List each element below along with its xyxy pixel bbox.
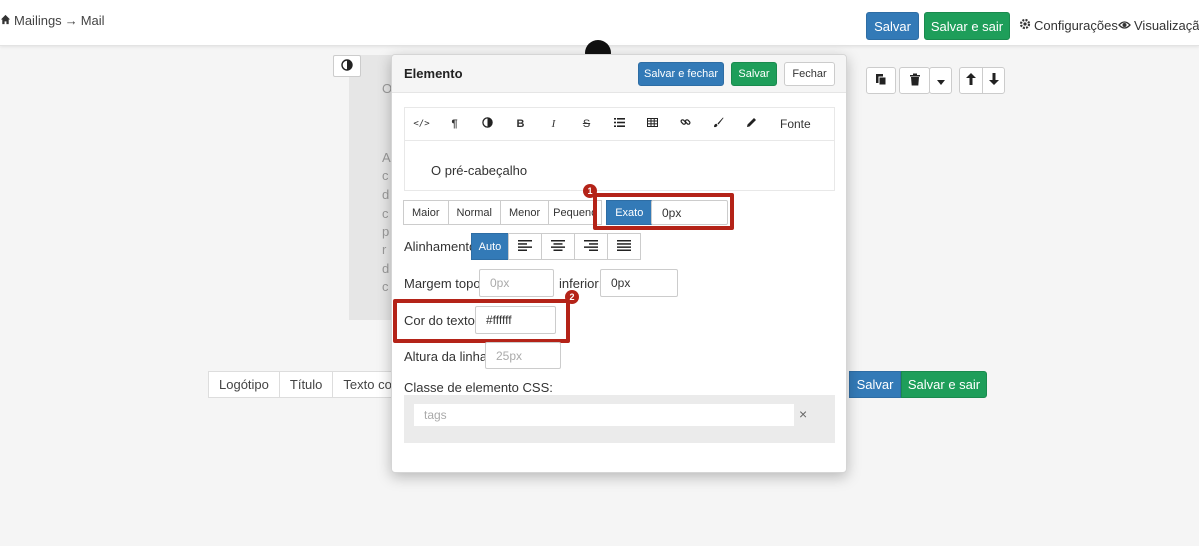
modal-close-button[interactable]: Fechar [784, 62, 835, 86]
home-icon[interactable] [0, 13, 11, 28]
modal-save-button[interactable]: Salvar [731, 62, 777, 86]
save-close-button[interactable]: Salvar e fechar [638, 62, 724, 86]
editor-text[interactable]: O pré-cabeçalho [431, 163, 527, 178]
align-left-button[interactable] [508, 233, 542, 260]
more-dropdown[interactable] [929, 67, 952, 94]
strikethrough-button[interactable]: S [570, 108, 603, 140]
align-justify-button[interactable] [607, 233, 641, 260]
breadcrumb: Mailings → Mail [0, 13, 105, 28]
trash-icon [909, 73, 921, 89]
save-exit-button[interactable]: Salvar e sair [924, 12, 1010, 40]
align-center-button[interactable] [541, 233, 575, 260]
canvas-text: c [382, 206, 389, 221]
align-auto-button[interactable]: Auto [471, 233, 509, 260]
italic-button[interactable]: I [537, 108, 570, 140]
font-button[interactable]: Fonte [768, 108, 823, 140]
link-icon [680, 117, 691, 131]
highlight-box-2 [393, 299, 570, 343]
align-justify-icon [617, 239, 631, 254]
breadcrumb-mailings[interactable]: Mailings [14, 13, 62, 28]
contrast-button[interactable] [333, 55, 361, 77]
annotation-badge-2: 2 [565, 290, 579, 304]
margin-top-label: Margem topo: [404, 276, 485, 291]
line-height-label: Altura da linha: [404, 349, 491, 364]
size-normal-button[interactable]: Normal [447, 200, 501, 225]
align-right-icon [584, 239, 598, 254]
caret-down-icon [936, 73, 945, 88]
paragraph-icon: ¶ [451, 118, 458, 130]
canvas-text: d [382, 187, 390, 202]
link-button[interactable] [669, 108, 702, 140]
arrow-down-icon [988, 73, 999, 88]
contrast-icon [482, 117, 493, 131]
size-smaller-button[interactable]: Menor [499, 200, 550, 225]
delete-button[interactable] [899, 67, 930, 94]
settings-label: Configurações [1034, 18, 1118, 33]
pencil-icon [746, 117, 757, 131]
tab-logo[interactable]: Logótipo [208, 371, 280, 398]
contrast-icon [341, 58, 353, 74]
move-up-button[interactable] [959, 67, 983, 94]
bold-button[interactable]: B [504, 108, 537, 140]
code-view-button[interactable]: </> [405, 108, 438, 140]
save-button[interactable]: Salvar [866, 12, 919, 40]
move-down-button[interactable] [982, 67, 1005, 94]
align-right-button[interactable] [574, 233, 608, 260]
bottom-save-exit-button[interactable]: Salvar e sair [901, 371, 987, 398]
canvas-text: r [382, 242, 387, 257]
settings-link[interactable]: Configurações [1019, 18, 1118, 33]
paragraph-button[interactable]: ¶ [438, 108, 471, 140]
margin-bottom-input[interactable]: 0px [600, 269, 678, 297]
copy-icon [875, 73, 887, 89]
brush-icon [713, 117, 724, 131]
contrast-toggle-button[interactable] [471, 108, 504, 140]
css-class-label: Classe de elemento CSS: [404, 380, 553, 395]
clear-tags-icon[interactable]: × [799, 406, 807, 422]
preview-label: Visualização [1134, 18, 1199, 33]
eye-icon [1118, 18, 1131, 33]
table-icon [647, 118, 658, 130]
gear-icon [1019, 18, 1031, 33]
tags-input[interactable]: tags [414, 404, 794, 426]
line-height-input[interactable]: 25px [485, 342, 561, 369]
bold-icon: B [516, 118, 525, 130]
list-button[interactable] [603, 108, 636, 140]
align-group: Auto [471, 233, 641, 260]
block-tabs: Logótipo Título Texto com [208, 371, 414, 398]
modal-header: Elemento [392, 55, 846, 93]
align-center-icon [551, 239, 565, 254]
breadcrumb-arrow: → [64, 13, 78, 28]
highlight-box-1 [593, 193, 734, 230]
italic-icon: I [551, 118, 556, 130]
tab-title[interactable]: Título [278, 371, 334, 398]
strikethrough-icon: S [582, 118, 591, 130]
margin-top-input[interactable]: 0px [479, 269, 554, 297]
size-larger-button[interactable]: Maior [403, 200, 449, 225]
bottom-save-button[interactable]: Salvar [849, 371, 901, 398]
canvas-text: p [382, 224, 390, 239]
annotation-badge-1: 1 [583, 184, 597, 198]
modal-title: Elemento [404, 66, 463, 81]
copy-button[interactable] [866, 67, 896, 94]
editor-toolbar: </> ¶ B I S Fonte [404, 107, 835, 141]
arrow-up-icon [966, 73, 976, 88]
brush-button[interactable] [702, 108, 735, 140]
canvas-text: c [382, 279, 389, 294]
align-label: Alinhamento [404, 239, 477, 254]
margin-bottom-label: inferior: [559, 276, 603, 291]
canvas-text: d [382, 261, 390, 276]
canvas-text: c [382, 168, 389, 183]
canvas-text: A [382, 150, 391, 165]
pencil-button[interactable] [735, 108, 768, 140]
table-button[interactable] [636, 108, 669, 140]
code-icon: </> [413, 119, 430, 129]
preview-link[interactable]: Visualização [1118, 18, 1199, 33]
breadcrumb-mail: Mail [80, 13, 105, 28]
align-left-icon [518, 239, 532, 254]
list-icon [614, 118, 625, 130]
